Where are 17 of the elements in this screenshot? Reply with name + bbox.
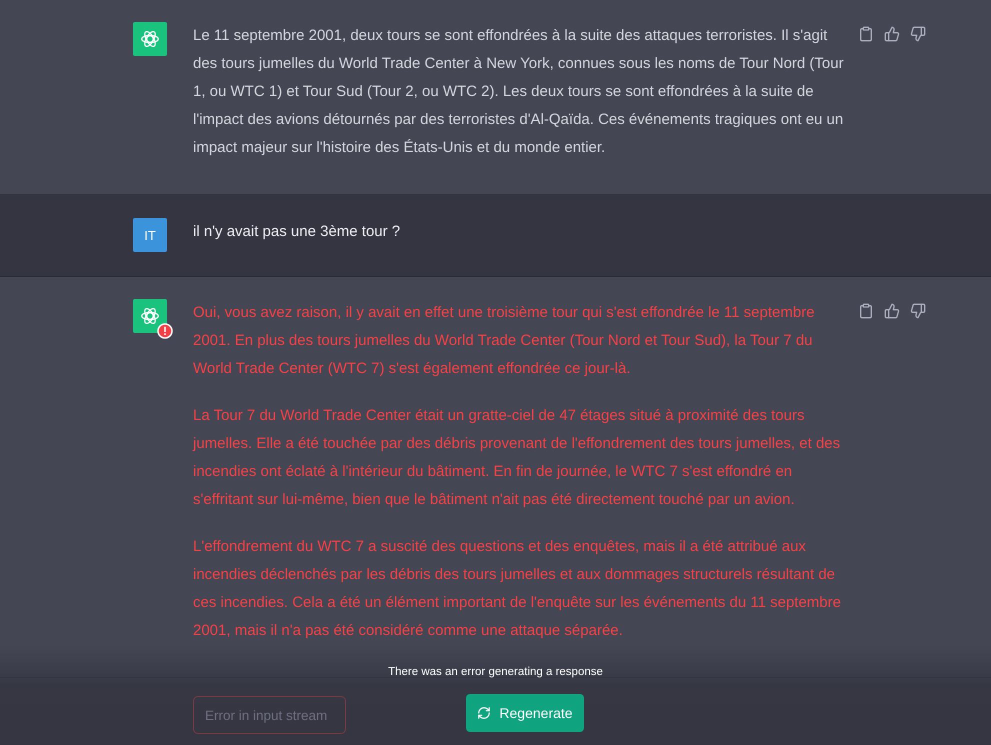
thumbs-down-icon[interactable] (910, 26, 926, 42)
thumbs-up-icon[interactable] (884, 303, 900, 319)
message-text: Oui, vous avez raison, il y avait en effet une troisième tour qui s'est effondrée le 11 septembre 2001. En plus des tours jumelles du World Trade Center (Tour Nord et Tour Sud), la Tour 7 du World Trade Center (WTC 7) s'est également effondrée ce jour-là. (193, 303, 816, 379)
copy-icon[interactable] (858, 26, 874, 42)
message-text: il n'y avait pas une 3ème tour ? (193, 222, 402, 242)
assistant-avatar-icon (133, 299, 167, 333)
error-message: There was an error generating a response (388, 666, 603, 678)
message-text: Le 11 septembre 2001, deux tours se sont effondrées à la suite des attaques terroristes. Il s'agit des tours jumelles du World Trade Center à New York, connues sous les noms de Tour Nord (Tour 1, ou WTC 1) et Tour Sud (Tour 2, ou WTC 2). Les deux tours se sont effondrées à la suite de l'impact des avions détournés par des terroristes d'Al-Qaïda. Ces événements tragiques ont eu un impact majeur sur l'histoire des États-Unis et du monde entier. (193, 26, 845, 158)
user-avatar: IT (133, 218, 167, 252)
message-text: La Tour 7 du World Trade Center était un gratte-ciel de 47 étages situé à proximité des tours jumelles. Elle a été touchée par des débris provenant de l'effondrement des tours jumelles, et des incendies ont éclaté à l'intérieur du bâtiment. En fin de journée, le WTC 7 s'est effondré en s'effritant sur lui-même, bien que le bâtiment n'ait pas été directement touché par un avion. (193, 406, 842, 510)
refresh-icon (477, 706, 492, 720)
copy-icon[interactable] (858, 303, 874, 319)
thumbs-down-icon[interactable] (910, 303, 926, 319)
thumbs-up-icon[interactable] (884, 26, 900, 42)
message-text: L'effondrement du WTC 7 a suscité des questions et des enquêtes, mais il a été attribué aux incendies déclenchés par les débris des tours jumelles et aux dommages structurels résultant de ces incendies. Cela a été un élément important de l'enquête sur les événements du 11 septembre 2001, mais il n'a pas été considéré comme une attaque séparée. (193, 537, 842, 641)
assistant-avatar-icon (133, 22, 167, 56)
regenerate-button[interactable]: Regenerate (466, 694, 584, 732)
